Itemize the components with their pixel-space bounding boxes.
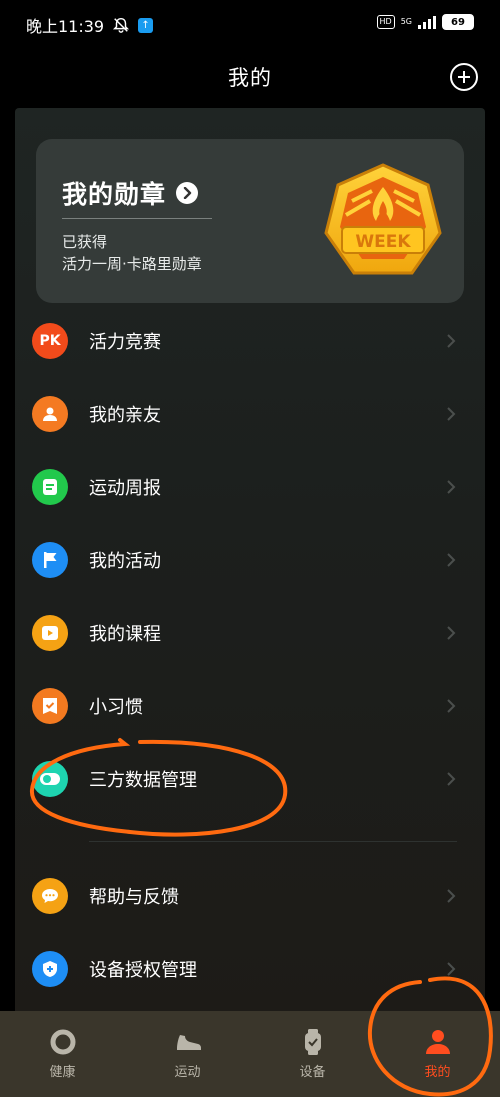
flag-icon xyxy=(32,542,68,578)
menu-item-label: 帮助与反馈 xyxy=(89,887,179,908)
shield-icon xyxy=(32,951,68,987)
pk-icon: PK xyxy=(32,323,68,359)
chevron-right-icon xyxy=(447,962,456,976)
medal-divider xyxy=(62,218,212,219)
menu-item-help-feedback[interactable]: 帮助与反馈 xyxy=(15,866,485,926)
medal-card[interactable]: 我的勋章 已获得 活力一周·卡路里勋章 WEEK xyxy=(36,139,464,303)
nav-label: 设备 xyxy=(299,1065,326,1080)
chevron-right-icon xyxy=(447,699,456,713)
menu-item-label: 设备授权管理 xyxy=(89,960,197,981)
menu-item-label: 运动周报 xyxy=(89,478,161,499)
profile-icon xyxy=(425,1030,450,1054)
shoe-icon xyxy=(176,1035,201,1050)
menu-item-label: 我的课程 xyxy=(89,624,161,645)
nav-tab-health[interactable]: 健康 xyxy=(0,1011,125,1097)
medal-card-title: 我的勋章 xyxy=(62,180,167,209)
menu-item-label: 活力竞赛 xyxy=(89,332,161,353)
add-button[interactable] xyxy=(450,63,478,91)
chevron-right-icon xyxy=(447,772,456,786)
menu-item-friends[interactable]: 我的亲友 xyxy=(15,384,485,444)
menu-item-habits[interactable]: 小习惯 xyxy=(15,676,485,736)
menu-item-label: 小习惯 xyxy=(89,697,143,718)
nav-tab-devices[interactable]: 设备 xyxy=(250,1011,375,1097)
medal-description: 活力一周·卡路里勋章 xyxy=(62,255,202,273)
nav-label: 健康 xyxy=(49,1065,76,1080)
pk-icon-text: PK xyxy=(39,333,61,349)
menu-item-courses[interactable]: 我的课程 xyxy=(15,603,485,663)
chevron-right-icon xyxy=(447,889,456,903)
chevron-right-icon xyxy=(447,480,456,494)
toggle-icon xyxy=(32,761,68,797)
menu-item-activities[interactable]: 我的活动 xyxy=(15,530,485,590)
nav-tab-sports[interactable]: 运动 xyxy=(125,1011,250,1097)
nav-label: 我的 xyxy=(424,1065,451,1080)
menu-item-competition[interactable]: PK 活力竞赛 xyxy=(15,311,485,371)
play-icon xyxy=(32,615,68,651)
report-icon xyxy=(32,469,68,505)
ring-icon xyxy=(50,1029,75,1055)
menu-item-weekly-report[interactable]: 运动周报 xyxy=(15,457,485,517)
person-icon xyxy=(32,396,68,432)
status-time: 晚上11:39 xyxy=(26,17,105,36)
menu-item-third-party-data[interactable]: 三方数据管理 xyxy=(15,749,485,809)
medal-status: 已获得 xyxy=(62,233,108,251)
week-medal-icon: WEEK xyxy=(324,163,442,275)
bottom-nav: 健康 运动 设备 我的 xyxy=(0,1011,500,1097)
bell-muted-icon xyxy=(113,17,130,33)
watch-icon xyxy=(304,1029,321,1055)
hd-badge: HD xyxy=(376,15,395,29)
chevron-right-icon xyxy=(447,407,456,421)
section-divider xyxy=(89,841,457,842)
page-title: 我的 xyxy=(228,66,272,90)
menu-item-label: 三方数据管理 xyxy=(89,770,197,791)
chevron-right-icon xyxy=(447,553,456,567)
menu-item-label: 我的亲友 xyxy=(89,405,161,426)
nav-tab-me[interactable]: 我的 xyxy=(375,1011,500,1097)
battery-level: 69 xyxy=(451,16,465,28)
signal-icon xyxy=(418,15,436,29)
page-header: 我的 xyxy=(0,52,500,102)
chevron-right-icon xyxy=(447,626,456,640)
network-label: 5G xyxy=(400,17,412,26)
medal-arrow-icon[interactable] xyxy=(176,182,199,204)
main-panel: 我的勋章 已获得 活力一周·卡路里勋章 WEEK PK 活力竞赛 我的亲友 运动… xyxy=(15,108,485,1018)
battery-icon: 69 xyxy=(442,14,474,30)
medal-badge-text: WEEK xyxy=(355,232,411,252)
chevron-right-icon xyxy=(447,334,456,348)
menu-item-device-authorization[interactable]: 设备授权管理 xyxy=(15,939,485,999)
habit-check-icon xyxy=(32,688,68,724)
status-bar: 晚上11:39 ↑ HD 5G 69 xyxy=(0,0,500,50)
network-type: 5G xyxy=(401,18,412,26)
menu-item-label: 我的活动 xyxy=(89,551,161,572)
app-notification-icon: ↑ xyxy=(138,17,154,33)
nav-label: 运动 xyxy=(174,1065,201,1080)
chat-icon xyxy=(32,878,68,914)
